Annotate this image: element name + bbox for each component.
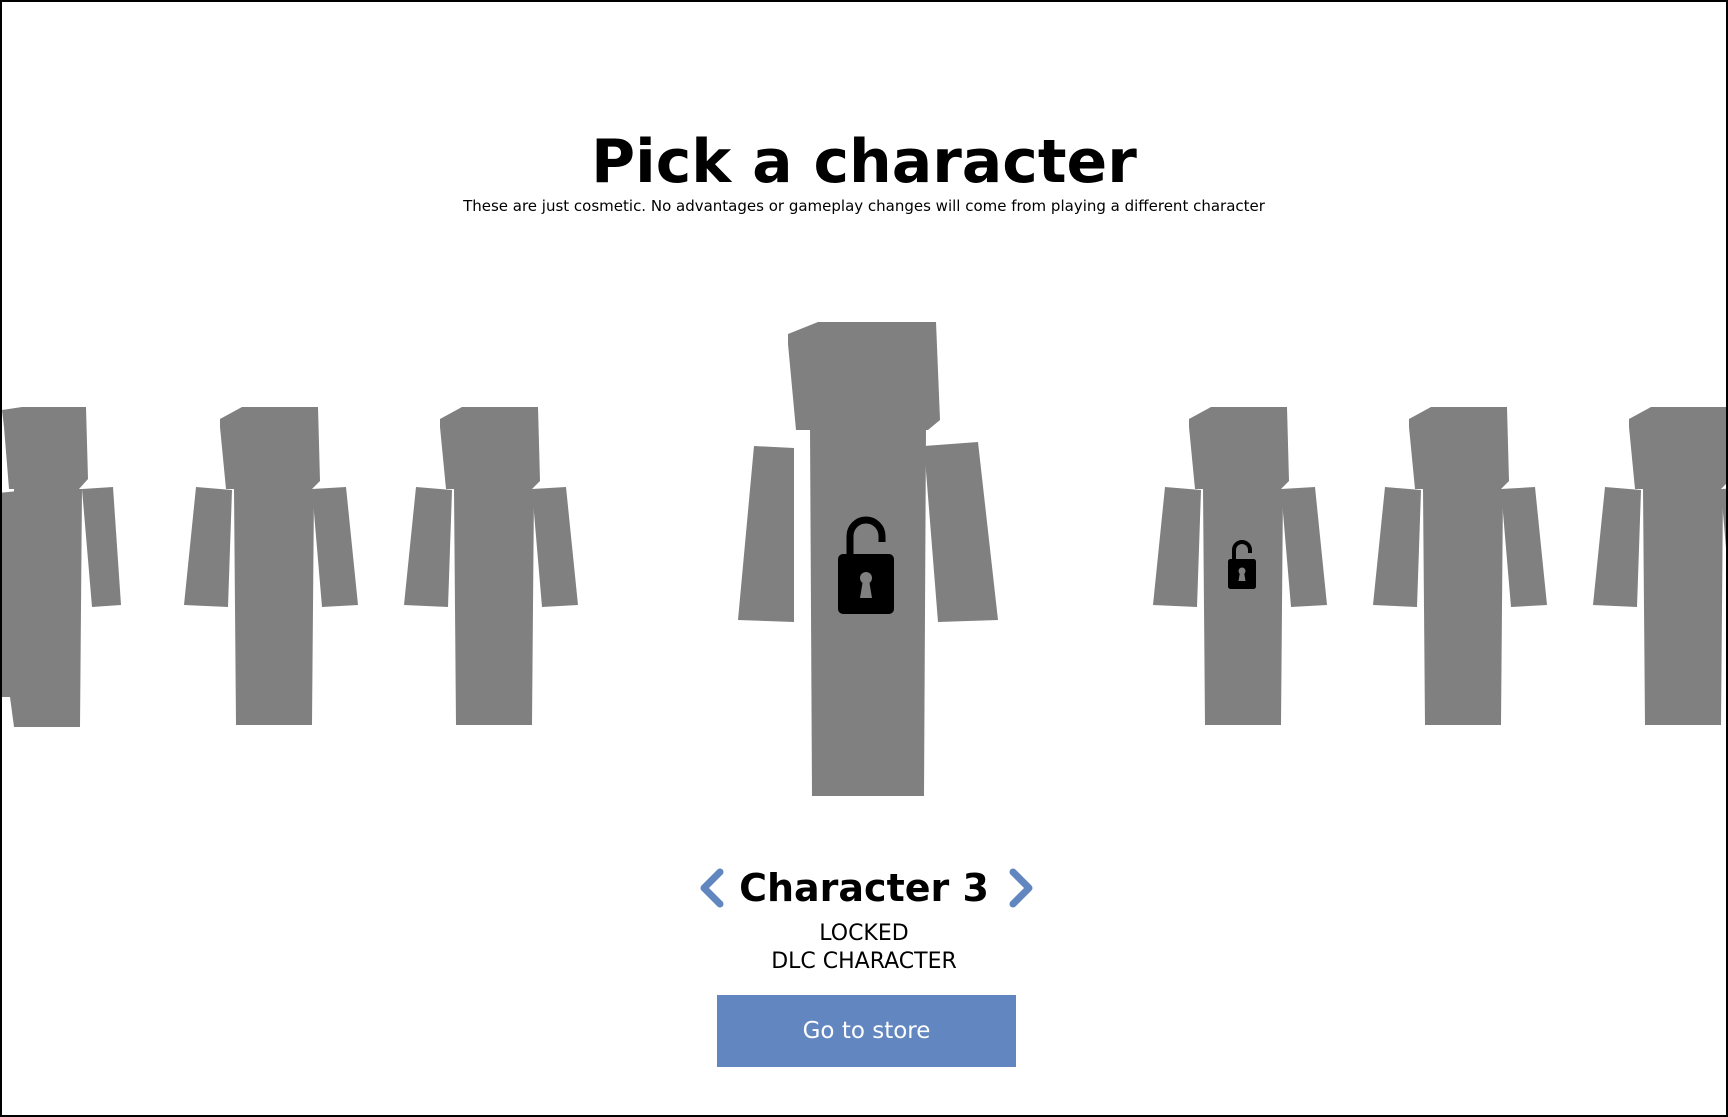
- character-figure-4[interactable]: [1153, 407, 1333, 727]
- character-type: DLC CHARACTER: [771, 949, 957, 974]
- character-figure-1[interactable]: [184, 407, 364, 727]
- page-subtitle: These are just cosmetic. No advantages o…: [463, 197, 1265, 215]
- next-character-button[interactable]: [1001, 868, 1041, 908]
- character-selector: Character 3: [2, 860, 1726, 916]
- page-title: Pick a character: [591, 127, 1137, 197]
- padlock-open-icon: [1228, 540, 1256, 589]
- character-name: Character 3: [739, 866, 989, 910]
- character-figure-0[interactable]: [2, 407, 144, 727]
- character-figure-6[interactable]: [1593, 407, 1726, 727]
- character-figure-2[interactable]: [404, 407, 584, 727]
- previous-character-button[interactable]: [692, 868, 732, 908]
- character-select-screen: Pick a character These are just cosmetic…: [0, 0, 1728, 1117]
- character-figure-5[interactable]: [1373, 407, 1553, 727]
- lock-status: LOCKED: [819, 921, 909, 946]
- go-to-store-button[interactable]: Go to store: [717, 995, 1016, 1067]
- character-figure-selected[interactable]: [736, 322, 1000, 798]
- chevron-right-icon: [1009, 868, 1033, 908]
- chevron-left-icon: [700, 868, 724, 908]
- padlock-open-icon: [838, 516, 894, 614]
